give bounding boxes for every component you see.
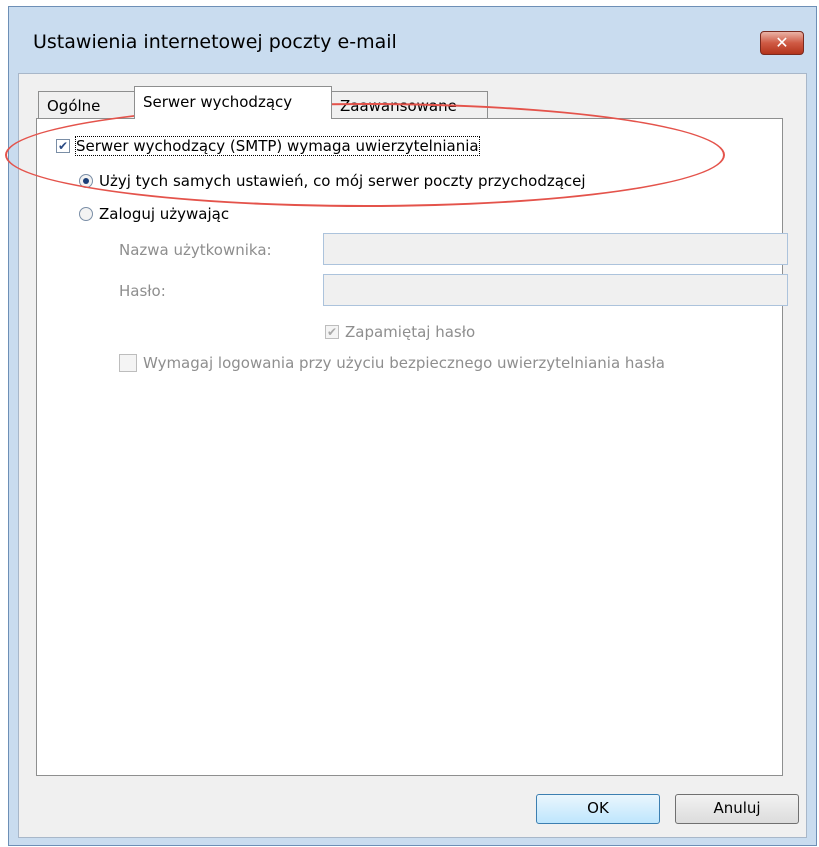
same-settings-row[interactable]: Użyj tych samych ustawień, co mój serwer… [79,172,586,190]
tab-panel-outgoing-server: ✔ Serwer wychodzący (SMTP) wymaga uwierz… [36,118,788,776]
username-label: Nazwa użytkownika: [119,241,272,259]
smtp-auth-row[interactable]: ✔ Serwer wychodzący (SMTP) wymaga uwierz… [56,136,480,156]
title-bar[interactable]: Ustawienia internetowej poczty e-mail ✕ [9,7,816,73]
dialog-title: Ustawienia internetowej poczty e-mail [33,31,397,53]
close-button[interactable]: ✕ [760,31,804,55]
spa-label: Wymagaj logowania przy użyciu bezpieczne… [143,354,665,372]
remember-password-label: Zapamiętaj hasło [345,323,476,341]
ok-button[interactable]: OK [536,794,660,824]
tab-general[interactable]: Ogólne [38,91,135,119]
smtp-auth-checkbox[interactable]: ✔ [56,139,70,153]
smtp-auth-label: Serwer wychodzący (SMTP) wymaga uwierzyt… [75,136,480,156]
username-input[interactable] [323,233,788,265]
same-settings-radio[interactable] [79,174,93,188]
dialog-client-area: Ogólne Serwer wychodzący Zaawansowane ✔ … [18,73,807,838]
tab-advanced[interactable]: Zaawansowane [331,91,488,119]
login-using-radio[interactable] [79,207,93,221]
dialog-window: Ustawienia internetowej poczty e-mail ✕ … [8,6,817,846]
spa-checkbox[interactable] [119,354,137,372]
cancel-button[interactable]: Anuluj [675,794,799,824]
same-settings-label: Użyj tych samych ustawień, co mój serwer… [99,172,586,190]
login-using-label: Zaloguj używając [99,205,230,223]
tab-outgoing-server[interactable]: Serwer wychodzący [134,86,332,119]
remember-password-row[interactable]: ✔ Zapamiętaj hasło [325,323,475,341]
login-using-row[interactable]: Zaloguj używając [79,205,229,223]
radio-selected-dot [83,178,89,184]
remember-password-checkbox[interactable]: ✔ [325,325,339,339]
spa-row[interactable]: Wymagaj logowania przy użyciu bezpieczne… [119,354,665,372]
password-label: Hasło: [119,282,166,300]
password-input[interactable] [323,274,788,306]
